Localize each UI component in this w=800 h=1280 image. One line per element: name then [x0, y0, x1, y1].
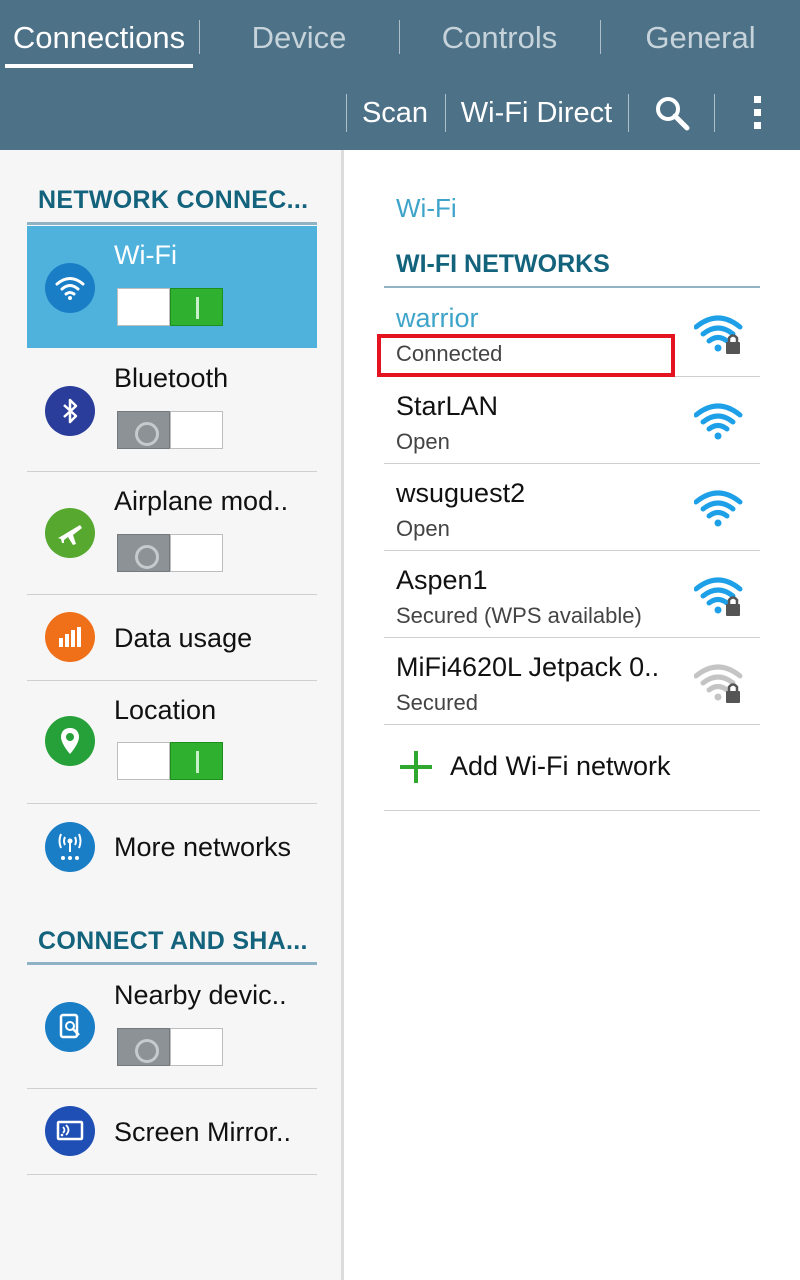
- network-status: Open: [396, 429, 450, 454]
- overflow-menu-button[interactable]: [716, 76, 800, 150]
- network-name: StarLAN: [396, 391, 499, 421]
- wifi-signal-weak-locked-icon: [694, 664, 743, 703]
- plus-icon: [400, 751, 432, 783]
- location-icon: [45, 716, 95, 766]
- sidebar-item-bluetooth[interactable]: Bluetooth: [27, 349, 317, 471]
- wifi-direct-button[interactable]: Wi-Fi Direct: [446, 76, 627, 150]
- network-item-mifi4620l[interactable]: MiFi4620L Jetpack 0.. Secured: [384, 638, 760, 725]
- network-status: Secured: [396, 690, 478, 715]
- more-networks-icon: [45, 822, 95, 872]
- scan-button[interactable]: Scan: [347, 76, 443, 150]
- sidebar-item-label: More networks: [114, 832, 292, 862]
- network-status: Secured (WPS available): [396, 603, 642, 628]
- list-divider: [384, 810, 760, 811]
- airplane-icon: [45, 508, 95, 558]
- breadcrumb: Wi-Fi: [396, 193, 457, 223]
- settings-screen: Connections Device Controls General Scan…: [0, 0, 800, 1280]
- sidebar-item-label: Nearby devic..: [114, 980, 287, 1010]
- section-divider: [27, 962, 317, 965]
- toggle-on-side: [170, 1028, 223, 1066]
- nearby-devices-icon: [45, 1002, 95, 1052]
- wifi-toggle[interactable]: [117, 288, 223, 326]
- toggle-on-side: [170, 534, 223, 572]
- network-name: warrior: [396, 303, 479, 333]
- sidebar-item-label: Location: [114, 695, 217, 725]
- toggle-off-side: [117, 534, 170, 572]
- sidebar-item-label: Bluetooth: [114, 363, 229, 393]
- bluetooth-icon: [45, 386, 95, 436]
- list-divider: [27, 1174, 317, 1175]
- sidebar-item-label: Wi-Fi: [114, 240, 177, 270]
- wifi-signal-locked-icon: [694, 315, 743, 354]
- section-header-network-connections: NETWORK CONNEC...: [38, 186, 309, 214]
- sidebar-item-screen-mirroring[interactable]: Screen Mirror..: [27, 1089, 317, 1174]
- bluetooth-toggle[interactable]: [117, 411, 223, 449]
- sidebar-item-label: Screen Mirror..: [114, 1117, 292, 1147]
- search-icon: [656, 97, 690, 131]
- sidebar-item-location[interactable]: Location: [27, 681, 317, 803]
- sidebar-item-nearby-devices[interactable]: Nearby devic..: [27, 966, 317, 1088]
- sidebar-item-more-networks[interactable]: More networks: [27, 804, 317, 891]
- network-name: MiFi4620L Jetpack 0..: [396, 652, 660, 682]
- location-toggle[interactable]: [117, 742, 223, 780]
- wifi-signal-icon: [694, 490, 743, 527]
- network-item-starlan[interactable]: StarLAN Open: [384, 377, 760, 464]
- tab-controls[interactable]: Controls: [400, 0, 599, 76]
- sidebar-item-label: Airplane mod..: [114, 486, 289, 516]
- airplane-mode-toggle[interactable]: [117, 534, 223, 572]
- toggle-off-side: [117, 288, 170, 326]
- sidebar-item-wifi[interactable]: Wi-Fi: [27, 226, 317, 348]
- section-divider: [27, 222, 317, 225]
- toggle-off-side: [117, 1028, 170, 1066]
- network-name: wsuguest2: [396, 478, 526, 508]
- highlight-box: [377, 334, 675, 377]
- section-divider: [384, 286, 760, 288]
- top-bar: Connections Device Controls General Scan…: [0, 0, 800, 150]
- toggle-on-side: [170, 288, 223, 326]
- sidebar-item-data-usage[interactable]: Data usage: [27, 595, 317, 680]
- section-header-connect-and-share: CONNECT AND SHA...: [38, 927, 308, 955]
- toggle-on-side: [170, 742, 223, 780]
- wifi-networks-header: WI-FI NETWORKS: [396, 250, 610, 278]
- toggle-on-side: [170, 411, 223, 449]
- action-divider: [628, 94, 629, 132]
- active-tab-indicator: [5, 64, 193, 68]
- tab-bar: Connections Device Controls General: [0, 0, 800, 76]
- wifi-signal-locked-icon: [694, 577, 743, 616]
- network-name: Aspen1: [396, 565, 488, 595]
- search-button[interactable]: [630, 76, 714, 150]
- action-divider: [714, 94, 715, 132]
- data-usage-icon: [45, 612, 95, 662]
- action-bar: Scan Wi-Fi Direct: [0, 76, 800, 150]
- sidebar-item-airplane-mode[interactable]: Airplane mod..: [27, 472, 317, 594]
- nearby-devices-toggle[interactable]: [117, 1028, 223, 1066]
- overflow-menu-icon: [754, 96, 761, 129]
- add-wifi-network-button[interactable]: Add Wi-Fi network: [384, 725, 760, 810]
- wifi-signal-icon: [694, 403, 743, 440]
- tab-general[interactable]: General: [601, 0, 800, 76]
- wifi-icon: [45, 263, 95, 313]
- add-wifi-network-label: Add Wi-Fi network: [450, 751, 671, 781]
- network-status: Open: [396, 516, 450, 541]
- network-item-wsuguest2[interactable]: wsuguest2 Open: [384, 464, 760, 551]
- screen-mirroring-icon: [45, 1106, 95, 1156]
- toggle-off-side: [117, 742, 170, 780]
- network-item-aspen1[interactable]: Aspen1 Secured (WPS available): [384, 551, 760, 638]
- toggle-off-side: [117, 411, 170, 449]
- tab-device[interactable]: Device: [200, 0, 398, 76]
- sidebar-item-label: Data usage: [114, 623, 253, 653]
